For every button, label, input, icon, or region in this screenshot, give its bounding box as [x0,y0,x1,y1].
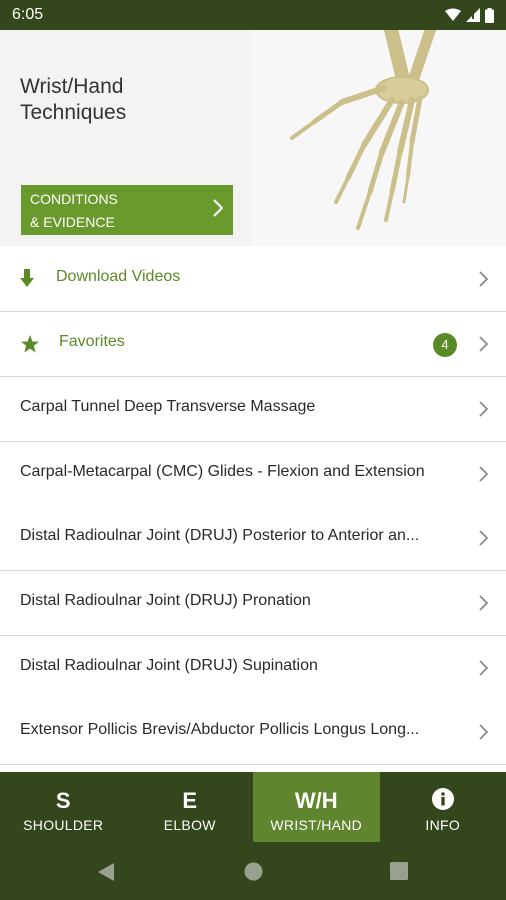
page-title: Wrist/Hand Techniques [20,75,127,124]
tab-elbow-glyph: E [182,788,198,813]
chevron-right-icon [479,401,488,417]
tab-info-glyph [380,788,506,814]
favorites-label: Favorites [59,333,125,350]
list-item[interactable]: Distal Radioulnar Joint (DRUJ) Pronation [0,571,506,636]
chevron-right-icon [213,199,223,217]
home-icon[interactable] [244,862,263,881]
tab-wrist-hand-glyph: W/H [294,788,338,813]
tab-shoulder[interactable]: S SHOULDER [0,772,127,842]
bottom-tab-bar: S SHOULDER E ELBOW W/H WRIST/HAND INFO [0,772,506,842]
list-item[interactable]: Carpal Tunnel Deep Transverse Massage [0,377,506,442]
tab-elbow-label: ELBOW [163,817,216,833]
chevron-right-icon [479,271,488,287]
chevron-right-icon [479,660,488,676]
hero-banner: Wrist/Hand Techniques CONDITIONS & EVIDE… [0,30,506,246]
chevron-right-icon [479,336,488,352]
chevron-right-icon [479,466,488,482]
download-icon [20,269,34,287]
technique-label: Distal Radioulnar Joint (DRUJ) Pronation [20,592,311,609]
hand-skeleton-illustration [252,30,506,246]
wifi-icon [445,8,461,21]
chevron-right-icon [479,724,488,740]
list-item[interactable]: Extensor Pollicis Brevis/Abductor Pollic… [0,700,506,765]
favorites-row[interactable]: Favorites 4 [0,312,506,377]
battery-icon [485,7,494,23]
info-icon [431,788,454,810]
technique-label: Carpal-Metacarpal (CMC) Glides - Flexion… [20,463,425,480]
status-bar: 6:05 [0,0,506,30]
system-nav-bar [0,842,506,900]
technique-label: Carpal Tunnel Deep Transverse Massage [20,398,316,415]
list-item[interactable]: Distal Radioulnar Joint (DRUJ) Supinatio… [0,636,506,701]
chevron-right-icon [479,595,488,611]
list-item[interactable]: Distal Radioulnar Joint (DRUJ) Posterior… [0,506,506,571]
technique-label: Distal Radioulnar Joint (DRUJ) Posterior… [20,527,420,544]
download-videos-label: Download Videos [56,268,181,285]
status-time: 6:05 [12,6,44,23]
technique-label: Distal Radioulnar Joint (DRUJ) Supinatio… [20,657,318,674]
back-icon[interactable] [97,862,115,882]
signal-icon [466,8,480,22]
tab-wrist-hand-label: WRIST/HAND [270,817,363,833]
status-icons [445,7,494,23]
star-icon [21,335,39,353]
tab-elbow[interactable]: E ELBOW [127,772,254,842]
download-videos-row[interactable]: Download Videos [0,247,506,312]
tab-shoulder-glyph: S [55,788,71,813]
conditions-evidence-button[interactable]: CONDITIONS & EVIDENCE [21,185,233,235]
tab-wrist-hand[interactable]: W/H WRIST/HAND [253,772,380,842]
tab-shoulder-label: SHOULDER [23,817,104,833]
technique-label: Extensor Pollicis Brevis/Abductor Pollic… [20,721,420,738]
list-item[interactable]: Carpal-Metacarpal (CMC) Glides - Flexion… [0,442,506,507]
chevron-right-icon [479,530,488,546]
tab-info[interactable]: INFO [380,772,506,842]
conditions-label-line2: & EVIDENCE [30,214,115,230]
favorites-count-badge: 4 [433,333,457,357]
recents-icon[interactable] [390,862,408,880]
tab-info-label: INFO [425,817,461,833]
conditions-label-line1: CONDITIONS [30,191,118,207]
